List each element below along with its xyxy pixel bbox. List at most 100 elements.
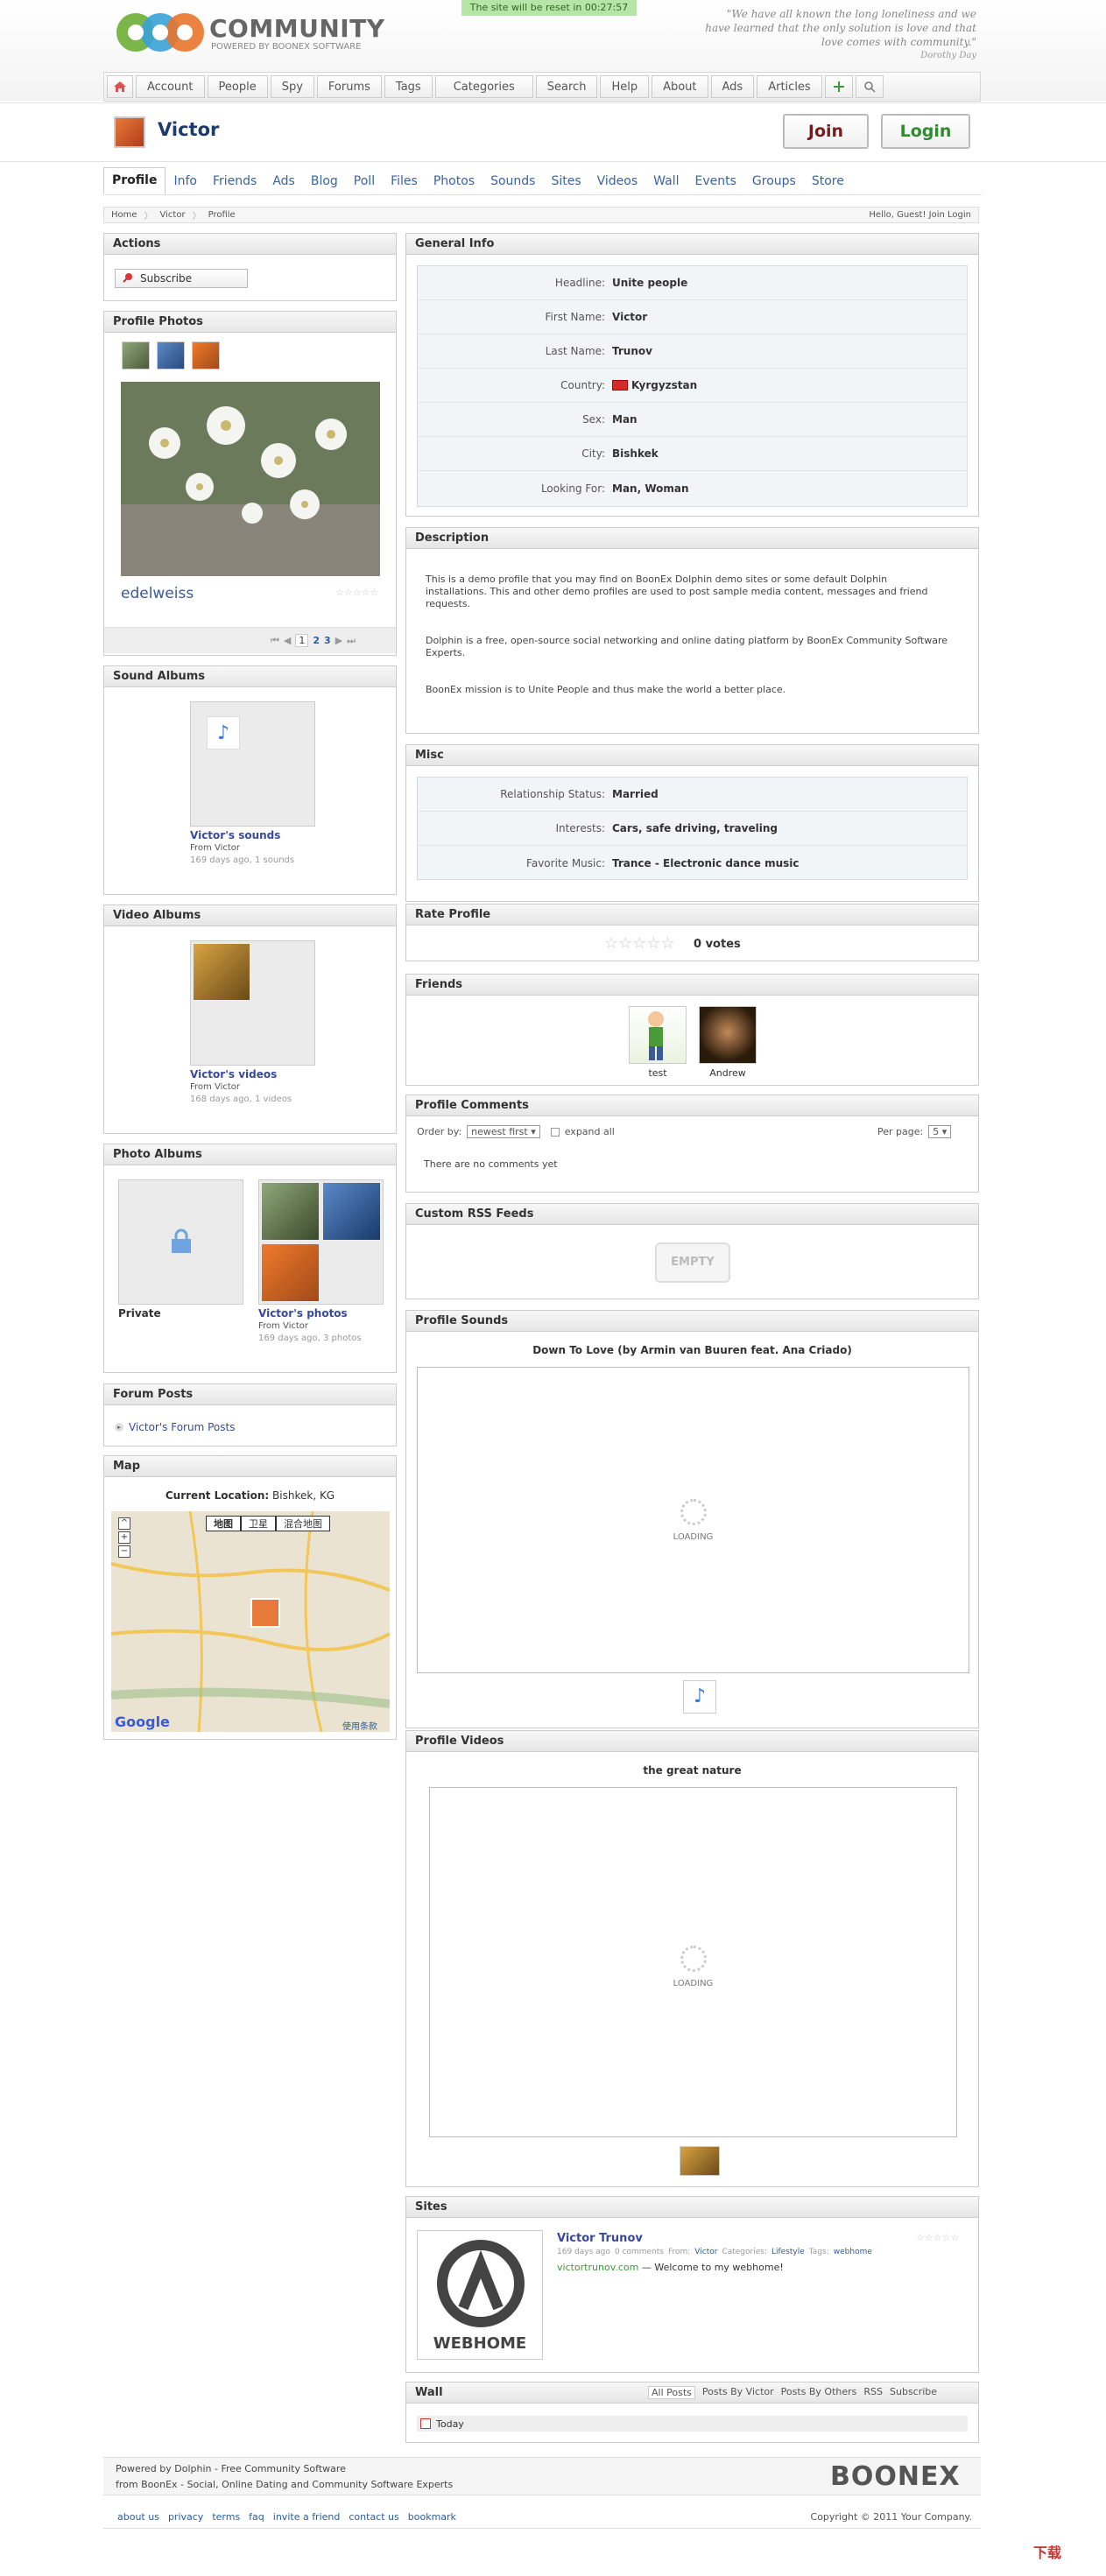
map-terms-link[interactable]: 使用条款 bbox=[342, 1719, 377, 1732]
page-3[interactable]: 3 bbox=[324, 635, 331, 646]
map-type-map[interactable]: 地图 bbox=[206, 1516, 241, 1531]
wall-tab-by-others[interactable]: Posts By Others bbox=[781, 2386, 857, 2399]
search-button[interactable] bbox=[855, 75, 884, 98]
nav-tags[interactable]: Tags bbox=[384, 75, 433, 98]
friend-avatar[interactable] bbox=[699, 1006, 757, 1064]
nav-categories[interactable]: Categories bbox=[434, 75, 533, 98]
nav-ads[interactable]: Ads bbox=[710, 75, 755, 98]
photo-thumb[interactable] bbox=[157, 341, 185, 370]
private-album-cover[interactable] bbox=[118, 1179, 243, 1305]
tab-friends[interactable]: Friends bbox=[205, 174, 264, 194]
wall-tab-by-victor[interactable]: Posts By Victor bbox=[702, 2386, 774, 2399]
location-map[interactable] bbox=[111, 1511, 390, 1732]
video-album-cover[interactable] bbox=[190, 940, 315, 1066]
footer-link-privacy[interactable]: privacy bbox=[168, 2511, 203, 2523]
map-type-satellite[interactable]: 卫星 bbox=[241, 1516, 276, 1531]
first-page-icon[interactable]: ⏮ bbox=[271, 635, 279, 647]
wall-tab-all[interactable]: All Posts bbox=[648, 2386, 695, 2399]
photo-thumb[interactable] bbox=[192, 341, 220, 370]
pan-up-icon[interactable]: ^ bbox=[118, 1517, 130, 1530]
tab-blog[interactable]: Blog bbox=[303, 174, 346, 194]
profile-avatar[interactable] bbox=[114, 116, 145, 148]
site-tag[interactable]: webhome bbox=[834, 2248, 872, 2256]
tab-sounds[interactable]: Sounds bbox=[483, 174, 543, 194]
nav-about[interactable]: About bbox=[652, 75, 708, 98]
map-type-hybrid[interactable]: 混合地图 bbox=[276, 1516, 330, 1531]
sound-player[interactable]: LOADING bbox=[417, 1367, 969, 1673]
nav-help[interactable]: Help bbox=[600, 75, 650, 98]
zoom-in-icon[interactable]: + bbox=[118, 1531, 130, 1544]
photo-caption[interactable]: edelweiss bbox=[121, 585, 194, 602]
join-button[interactable]: Join bbox=[783, 114, 869, 149]
tab-profile[interactable]: Profile bbox=[103, 167, 166, 194]
tab-wall[interactable]: Wall bbox=[645, 174, 687, 194]
main-photo[interactable] bbox=[121, 382, 380, 576]
photo-album-cover[interactable] bbox=[258, 1179, 384, 1305]
site-logo[interactable]: COMMUNITY POWERED BY BOONEX SOFTWARE bbox=[116, 9, 397, 56]
footer-link-faq[interactable]: faq bbox=[249, 2511, 264, 2523]
last-page-icon[interactable]: ⏭ bbox=[347, 635, 356, 647]
wall-tab-rss[interactable]: RSS bbox=[863, 2386, 883, 2399]
page-1[interactable]: 1 bbox=[295, 634, 309, 647]
forum-posts-link[interactable]: ▸ Victor's Forum Posts bbox=[115, 1421, 235, 1433]
video-album-name[interactable]: Victor's videos bbox=[190, 1068, 277, 1080]
video-thumb[interactable] bbox=[680, 2146, 720, 2176]
prev-page-icon[interactable]: ◀ bbox=[284, 635, 291, 646]
tab-files[interactable]: Files bbox=[383, 174, 426, 194]
add-content-button[interactable] bbox=[824, 75, 853, 98]
subscribe-button[interactable]: Subscribe bbox=[115, 269, 248, 288]
tab-videos[interactable]: Videos bbox=[589, 174, 646, 194]
tab-store[interactable]: Store bbox=[804, 174, 852, 194]
tab-groups[interactable]: Groups bbox=[744, 174, 804, 194]
photo-thumb[interactable] bbox=[122, 341, 150, 370]
nav-search[interactable]: Search bbox=[535, 75, 598, 98]
music-note-icon[interactable]: ♪ bbox=[683, 1680, 716, 1714]
map-marker[interactable] bbox=[250, 1598, 280, 1628]
nav-articles[interactable]: Articles bbox=[757, 75, 822, 98]
wall-tab-subscribe[interactable]: Subscribe bbox=[890, 2386, 937, 2399]
tab-events[interactable]: Events bbox=[687, 174, 743, 194]
tab-sites[interactable]: Sites bbox=[543, 174, 588, 194]
site-thumbnail[interactable]: WEBHOME bbox=[417, 2230, 543, 2360]
profile-name[interactable]: Victor bbox=[158, 119, 219, 140]
friend-avatar[interactable] bbox=[629, 1006, 687, 1064]
footer-link-contact[interactable]: contact us bbox=[349, 2511, 398, 2523]
login-button[interactable]: Login bbox=[881, 114, 970, 149]
breadcrumb-victor[interactable]: Victor bbox=[160, 210, 186, 220]
next-page-icon[interactable]: ▶ bbox=[335, 635, 342, 646]
footer-link-invite[interactable]: invite a friend bbox=[273, 2511, 341, 2523]
sound-album-cover[interactable]: ♪ bbox=[190, 701, 315, 827]
hello-guest[interactable]: Hello, Guest! Join Login bbox=[869, 210, 971, 220]
home-nav-button[interactable] bbox=[107, 75, 133, 98]
nav-spy[interactable]: Spy bbox=[270, 75, 314, 98]
per-page-select[interactable]: 5 ▾ bbox=[928, 1125, 952, 1138]
footer-link-terms[interactable]: terms bbox=[212, 2511, 240, 2523]
tab-photos[interactable]: Photos bbox=[426, 174, 483, 194]
photo-album-name[interactable]: Victor's photos bbox=[258, 1307, 348, 1320]
order-by-select[interactable]: newest first ▾ bbox=[467, 1125, 540, 1138]
breadcrumb-home[interactable]: Home bbox=[111, 210, 137, 220]
zoom-out-icon[interactable]: − bbox=[118, 1545, 130, 1558]
site-url[interactable]: victortrunov.com bbox=[557, 2262, 638, 2273]
tab-poll[interactable]: Poll bbox=[346, 174, 383, 194]
tab-info[interactable]: Info bbox=[166, 174, 205, 194]
expand-all-checkbox[interactable] bbox=[550, 1127, 560, 1137]
site-from[interactable]: Victor bbox=[694, 2248, 717, 2256]
tab-ads[interactable]: Ads bbox=[264, 174, 303, 194]
footer-link-bookmark[interactable]: bookmark bbox=[408, 2511, 456, 2523]
boonex-logo[interactable]: BOONEX bbox=[830, 2461, 961, 2492]
powered-by[interactable]: Powered by Dolphin - Free Community Soft… bbox=[116, 2463, 346, 2474]
nav-forums[interactable]: Forums bbox=[316, 75, 382, 98]
from-boonex[interactable]: from BoonEx - Social, Online Dating and … bbox=[116, 2479, 453, 2490]
site-category[interactable]: Lifestyle bbox=[771, 2248, 805, 2256]
footer-link-about[interactable]: about us bbox=[117, 2511, 159, 2523]
rating-stars[interactable]: ☆☆☆☆☆ bbox=[604, 934, 675, 953]
friend-name[interactable]: test bbox=[629, 1067, 687, 1079]
page-2[interactable]: 2 bbox=[313, 635, 320, 646]
friend-name[interactable]: Andrew bbox=[699, 1067, 757, 1079]
sound-album-name[interactable]: Victor's sounds bbox=[190, 829, 280, 841]
video-player[interactable]: LOADING bbox=[429, 1787, 957, 2137]
nav-people[interactable]: People bbox=[207, 75, 268, 98]
site-name[interactable]: Victor Trunov bbox=[557, 2232, 643, 2245]
nav-account[interactable]: Account bbox=[136, 75, 205, 98]
